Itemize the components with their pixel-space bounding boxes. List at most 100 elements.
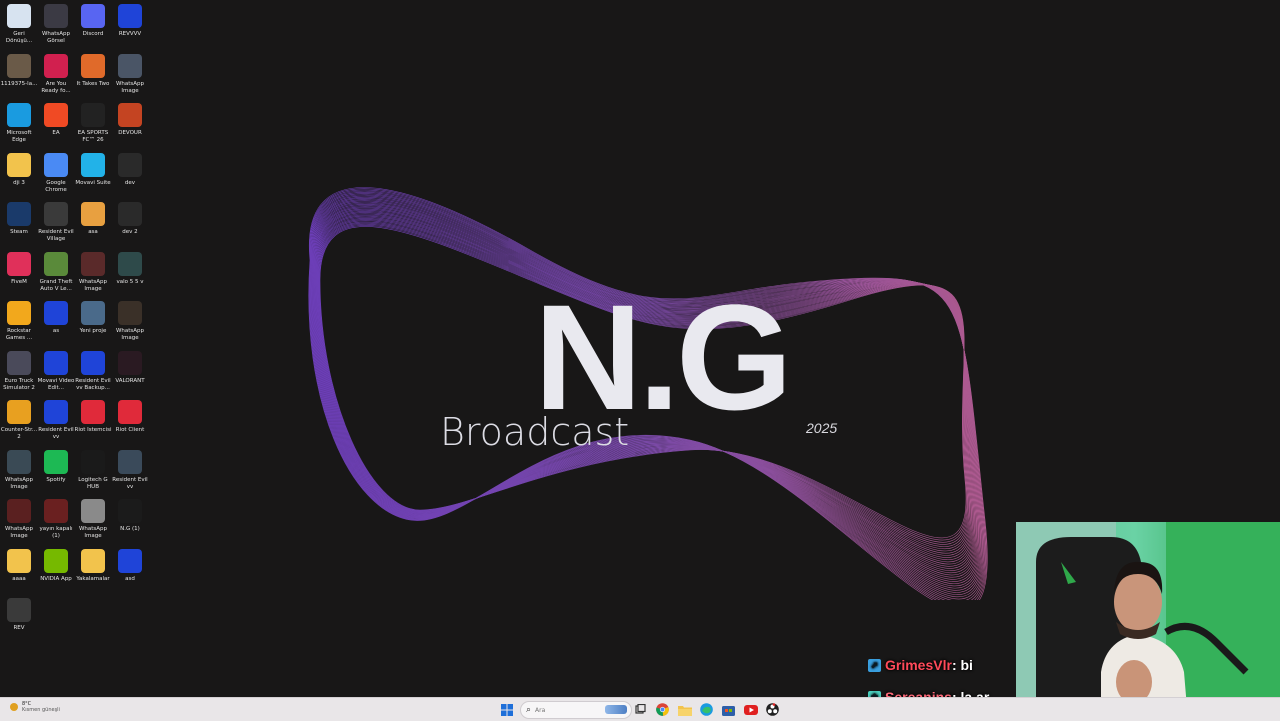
desktop-icon-label: WhatsApp Image 2026... (78, 278, 108, 292)
desktop-icon[interactable]: WhatsApp Image 2025... (111, 297, 149, 343)
desktop-icon-label: asa (88, 229, 98, 235)
taskbar-search-box[interactable]: ⌕ (520, 701, 632, 719)
desktop-icon[interactable]: Geri Dönüşü... (0, 0, 38, 46)
desktop-icon[interactable]: Resident Evil vv (111, 446, 149, 492)
desktop-icon[interactable]: WhatsApp Image 2026... (111, 50, 149, 96)
desktop-icon[interactable]: VALORANT (111, 347, 149, 393)
chat-message: ⬈ GrimesVlr : bi (868, 657, 973, 673)
desktop-icon[interactable]: dev 2 (111, 198, 149, 244)
desktop-icon[interactable]: aaaa (0, 545, 38, 591)
game-icon (81, 103, 105, 127)
desktop-icon-label: aaaa (12, 575, 26, 582)
desktop-icon[interactable]: WhatsApp Görsel 2025... (37, 0, 75, 46)
edge-icon (700, 703, 713, 716)
taskbar-file-explorer-button[interactable] (677, 702, 692, 717)
taskbar-edge-button[interactable] (699, 702, 714, 717)
taskbar-obs-button[interactable] (765, 702, 780, 717)
desktop-icon[interactable]: EA (37, 99, 75, 145)
desktop-icon-label: Discord (82, 31, 104, 37)
desktop-icon[interactable]: Yakalamalar (74, 545, 112, 591)
obs-icon (766, 703, 779, 716)
windows-start-button[interactable] (499, 702, 514, 717)
desktop-icon-label: Riot İstemcisi (74, 427, 112, 433)
desktop-icon[interactable]: dev (111, 149, 149, 195)
desktop-icon-label: WhatsApp Görsel 2025... (41, 31, 71, 44)
desktop-icon-label: It Takes Two (76, 80, 110, 87)
desktop-icon[interactable]: REVVVV (111, 0, 149, 46)
desktop-icon[interactable]: Movavi Video Edit... (37, 347, 75, 393)
desktop-icon[interactable]: Riot Client (111, 396, 149, 442)
chrome-icon (656, 703, 669, 716)
desktop-icon-label: Grand Theft Auto V Le... (39, 278, 73, 292)
desktop-icon-label: Rockstar Games ... (5, 328, 33, 341)
desktop-icon[interactable]: Resident Evil Village (37, 198, 75, 244)
desktop-icon[interactable]: dji 3 (0, 149, 38, 195)
desktop-icon[interactable]: Yeni proje (74, 297, 112, 343)
app-icon (81, 152, 105, 177)
desktop-icon[interactable]: FiveM (0, 248, 38, 294)
taskbar-store-button[interactable] (721, 702, 736, 717)
desktop-icon-label: FiveM (11, 278, 27, 285)
desktop-icon[interactable]: It Takes Two (74, 50, 112, 96)
desktop-icon[interactable]: Spotify (37, 446, 75, 492)
desktop-icon[interactable]: WhatsApp Image 2026... (74, 248, 112, 294)
desktop-icon[interactable]: Microsoft Edge (0, 99, 38, 145)
desktop-icon[interactable]: NVIDIA App (37, 545, 75, 591)
desktop-icon[interactable]: DEVOUR (111, 99, 149, 145)
edge-icon (7, 103, 31, 127)
video-file-icon (7, 598, 31, 622)
desktop-icon[interactable]: Logitech G HUB (74, 446, 112, 492)
desktop-icon[interactable]: asa (74, 198, 112, 244)
chat-text: : bi (951, 657, 973, 673)
taskbar: 8°C Kısmen güneşli ⌕ (0, 697, 1280, 721)
game-icon (81, 53, 105, 78)
desktop-icon-label: EA SPORTS FC™ 26 (77, 130, 109, 143)
desktop-icon[interactable]: Grand Theft Auto V Le... (37, 248, 75, 294)
folder-icon (7, 548, 31, 573)
app-icon (81, 350, 105, 375)
desktop-icon[interactable]: Google Chrome (37, 149, 75, 195)
desktop-icon[interactable]: WhatsApp Image 2026... (74, 495, 112, 541)
task-view-button[interactable] (633, 702, 648, 717)
desktop-icon[interactable]: yayın kapalı (1) (37, 495, 75, 541)
desktop-icon[interactable]: Resident Evil vv Backup... (74, 347, 112, 393)
search-input[interactable] (535, 706, 596, 714)
desktop-icon[interactable]: asd (111, 545, 149, 591)
desktop-icon-label: VALORANT (115, 377, 145, 384)
desktop-icon[interactable]: Steam (0, 198, 38, 244)
desktop-icon[interactable]: N.G (1) (111, 495, 149, 541)
app-icon (118, 548, 142, 573)
file-icon (118, 499, 142, 523)
desktop-icon-label: WhatsApp Image 2026... (4, 526, 34, 539)
desktop-icon[interactable]: EA SPORTS FC™ 26 (74, 99, 112, 145)
verified-badge-icon: ⬈ (868, 658, 881, 672)
folder-icon (81, 548, 105, 573)
app-icon (118, 4, 142, 28)
desktop-icon-label: 1119375-la... (0, 80, 38, 87)
desktop-icon[interactable]: WhatsApp Image 2026... (0, 446, 38, 492)
taskbar-chrome-button[interactable] (655, 702, 670, 717)
desktop-icon-label: Euro Truck Simulator 2 (3, 377, 35, 391)
webcam-overlay (1016, 522, 1280, 720)
desktop-icon[interactable]: valo 5 5 v (111, 248, 149, 294)
desktop-icon[interactable]: Riot İstemcisi (74, 396, 112, 442)
desktop-icon[interactable]: Rockstar Games ... (0, 297, 38, 343)
image-thumbnail-icon (118, 301, 142, 325)
desktop-icon[interactable]: Resident Evil vv (37, 396, 75, 442)
desktop-icon-label: valo 5 5 v (116, 278, 144, 285)
taskbar-youtube-button[interactable] (743, 702, 758, 717)
desktop-icon[interactable]: Are You Ready fo... (37, 50, 75, 96)
desktop-icon[interactable]: Counter-Str... 2 (0, 396, 38, 442)
desktop-icon[interactable]: REV (0, 594, 38, 640)
desktop-icon[interactable]: as (37, 297, 75, 343)
desktop-icon[interactable]: WhatsApp Image 2026... (0, 495, 38, 541)
desktop-icon[interactable]: Discord (74, 0, 112, 46)
desktop-icon[interactable]: 1119375-la... (0, 50, 38, 96)
desktop-icon-label: Counter-Str... 2 (0, 427, 38, 440)
desktop-icon[interactable]: Euro Truck Simulator 2 (0, 347, 38, 393)
desktop-icon-label: as (52, 328, 60, 334)
desktop-icon-label: Logitech G HUB (78, 476, 108, 490)
image-thumbnail-icon (118, 53, 142, 78)
desktop-icon[interactable]: Movavi Suite (74, 149, 112, 195)
weather-widget[interactable]: 8°C Kısmen güneşli (10, 701, 60, 713)
